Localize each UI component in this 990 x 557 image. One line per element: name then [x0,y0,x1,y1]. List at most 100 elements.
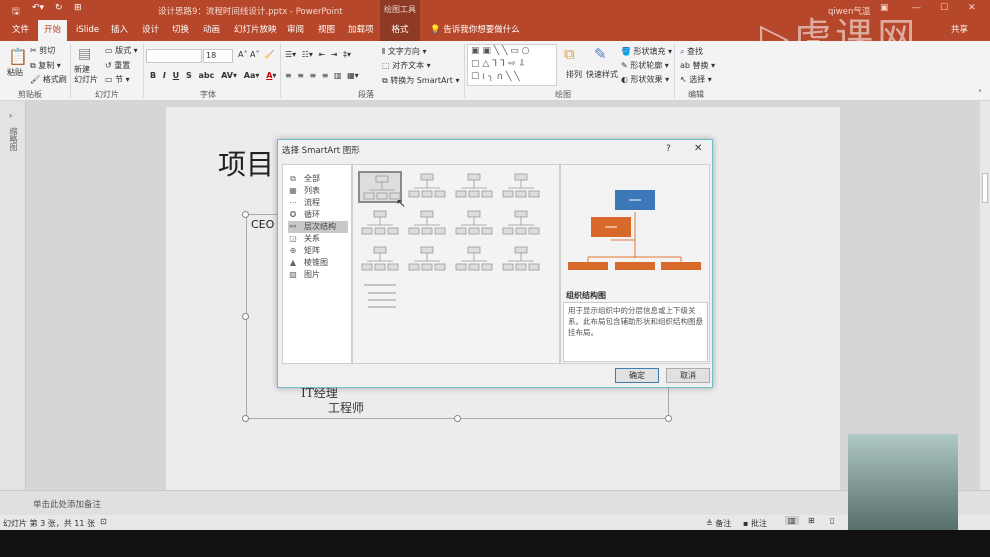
resize-handle[interactable] [242,415,249,422]
layout-thumbnail[interactable] [499,244,543,276]
layout-thumbnail[interactable] [499,171,543,203]
new-slide-button[interactable]: 新建 幻灯片 [74,65,98,85]
arrange-button[interactable]: 排列 [566,69,582,80]
find-button[interactable]: ⌕ 查找 [680,46,703,57]
layout-thumbnail[interactable] [358,281,402,313]
normal-view-button[interactable]: ▥ [785,516,799,525]
preview-title: 组织结构图 [566,291,606,300]
reading-view-button[interactable]: ▯ [830,516,834,525]
layout-thumbnail[interactable] [405,244,449,276]
font-grow-shrink-icons[interactable]: A˄ A˅ 🧹 [238,50,275,59]
quick-styles-button[interactable]: 快速样式 [586,69,618,80]
scrollbar-thumb[interactable] [982,173,988,203]
tab-file[interactable]: 文件 [6,20,35,41]
category-label: 全部 [304,174,320,183]
org-chart-preview [568,190,701,270]
category-pyramid[interactable]: ▲ 棱锥图 [288,257,348,269]
paste-button[interactable]: 粘贴 [7,67,23,78]
undo-icon[interactable]: ↶▾ [32,3,44,13]
font-size-select[interactable]: 18 [203,49,233,63]
collapse-ribbon-icon[interactable]: ˄ [978,89,982,98]
shapes-gallery[interactable]: ▣ ▣ ╲ ╲ ▭ ○ ▢ △ ⅂ ⅂ ⇨ ⇩ ☐ ≀ ╮ ∩ ╲ ╲ [467,44,557,86]
format-painter-button[interactable]: 🖌 格式刷 [30,74,67,85]
tab-addins[interactable]: 加载项 [342,20,380,41]
category-all[interactable]: ⧉ 全部 [288,173,348,185]
notes-toggle[interactable]: ≜ 备注 [706,518,731,529]
category-cycle[interactable]: ✪ 循环 [288,209,348,221]
category-relationship[interactable]: ◲ 关系 [288,233,348,245]
mouse-cursor-icon: ↖ [396,196,407,210]
resize-handle[interactable] [242,313,249,320]
tab-view[interactable]: 视图 [312,20,341,41]
tab-insert[interactable]: 插入 [105,20,134,41]
font-color-icon[interactable]: A [266,71,272,80]
share-button[interactable]: 共享 [945,20,974,41]
reset-button[interactable]: ↺ 重置 [105,60,130,71]
close-icon[interactable]: ✕ [968,3,976,13]
comments-toggle[interactable]: ▪ 批注 [743,518,767,529]
category-picture[interactable]: ▨ 图片 [288,269,348,281]
convert-smartart-button[interactable]: ⧉ 转换为 SmartArt ▾ [382,75,459,86]
tab-format[interactable]: 格式 [380,20,420,41]
cancel-button[interactable]: 取消 [666,368,710,383]
resize-handle[interactable] [454,415,461,422]
layout-thumbnail[interactable] [452,208,496,240]
thumbnail-pane-collapsed[interactable]: › 缩略图 [0,101,26,490]
maximize-icon[interactable]: ☐ [940,3,948,13]
dialog-close-button[interactable]: ✕ [694,143,702,154]
layout-thumbnail[interactable] [405,208,449,240]
layout-button[interactable]: ▭ 版式 ▾ [105,45,138,56]
layout-thumbnail[interactable] [452,244,496,276]
layout-thumbnail[interactable] [499,208,543,240]
font-name-select[interactable] [146,49,202,63]
layout-thumbnail[interactable] [452,171,496,203]
tab-slideshow[interactable]: 幻灯片放映 [228,20,283,41]
save-icon[interactable]: 🖫 [12,4,20,20]
tell-me-search[interactable]: 💡 告诉我你想要做什么 [424,20,526,41]
cut-button[interactable]: ✂ 剪切 [30,45,55,56]
resize-handle[interactable] [242,211,249,218]
align-text-button[interactable]: ⬚ 对齐文本 ▾ [382,60,431,71]
slide-sorter-button[interactable]: ⊞ [808,516,815,525]
tab-animations[interactable]: 动画 [197,20,226,41]
replace-button[interactable]: ab 替换 ▾ [680,60,715,71]
paste-icon[interactable]: 📋 [8,47,28,66]
spellcheck-icon[interactable]: ⊡ [100,517,107,526]
notes-placeholder[interactable]: 单击此处添加备注 [33,498,101,510]
category-hierarchy[interactable]: ⚯ 层次结构 [288,221,348,233]
expand-chevron-icon[interactable]: › [9,111,12,120]
shape-fill-button[interactable]: 🪣 形状填充 ▾ [621,46,672,57]
ok-button[interactable]: 确定 [615,368,659,383]
shape-effects-button[interactable]: ◐ 形状效果 ▾ [621,74,669,85]
align-buttons[interactable]: ≡ ≡ ≡ ≡ ▥ ▦▾ [285,71,359,80]
help-button[interactable]: ? [666,144,671,154]
tab-transitions[interactable]: 切换 [166,20,195,41]
layout-thumbnail[interactable] [405,171,449,203]
category-process[interactable]: ⋯ 流程 [288,197,348,209]
vertical-scrollbar[interactable] [980,101,990,490]
list-buttons[interactable]: ☰▾ ☷▾ ⇤ ⇥ ‡▾ [285,50,351,59]
font-format-buttons[interactable]: B I U S abc AV▾ Aa▾ A▾ [150,71,276,80]
category-matrix[interactable]: ⊕ 矩阵 [288,245,348,257]
text-direction-button[interactable]: ⫴ 文字方向 ▾ [382,46,426,57]
layout-thumbnail[interactable] [358,208,402,240]
arrange-icon[interactable]: ⧉ [564,45,575,63]
layout-thumbnail[interactable] [358,244,402,276]
resize-handle[interactable] [665,415,672,422]
quick-styles-icon[interactable]: ✎ [594,45,607,63]
tab-islide[interactable]: iSlide [70,20,105,41]
section-button[interactable]: ▭ 节 ▾ [105,74,130,85]
presentation-icon[interactable]: ⊞ [74,3,82,13]
shape-outline-button[interactable]: ✎ 形状轮廓 ▾ [621,60,669,71]
redo-icon[interactable]: ↻ [55,3,63,13]
select-button[interactable]: ↖ 选择 ▾ [680,74,712,85]
tab-review[interactable]: 审阅 [281,20,310,41]
category-list-item[interactable]: ▦ 列表 [288,185,348,197]
tab-design[interactable]: 设计 [136,20,165,41]
slide-title[interactable]: 项目 [218,143,274,183]
notes-pane[interactable]: 单击此处添加备注 [0,490,990,515]
copy-button[interactable]: ⧉ 复制 ▾ [30,60,61,71]
tab-home[interactable]: 开始 [38,20,68,41]
lightbulb-icon: 💡 [430,25,441,35]
new-slide-icon[interactable]: ▤ [78,46,91,62]
